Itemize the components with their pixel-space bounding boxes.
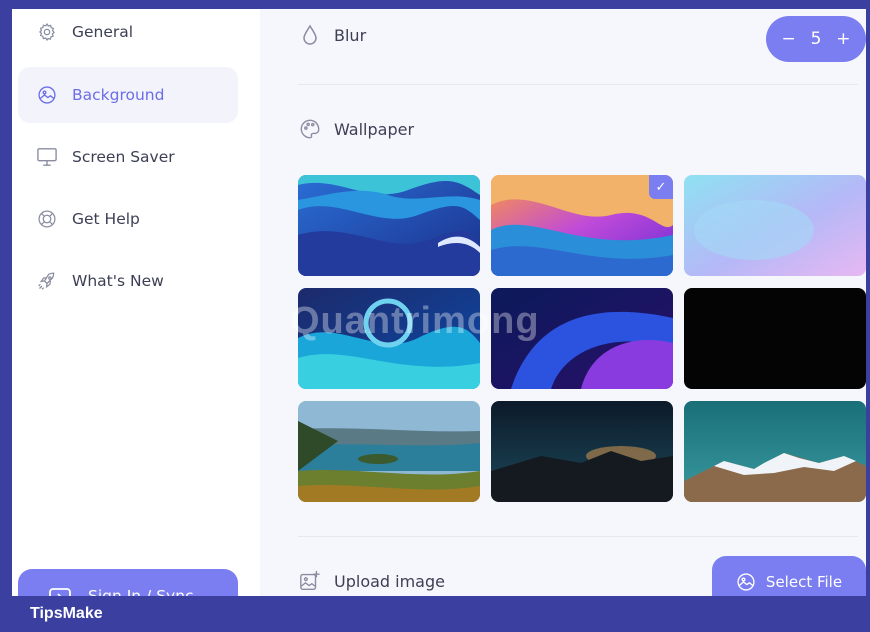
wallpaper-tile[interactable] xyxy=(684,175,866,276)
select-file-label: Select File xyxy=(765,573,843,591)
wallpaper-tile[interactable] xyxy=(684,288,866,389)
window-frame-right xyxy=(866,0,870,632)
wallpaper-tile[interactable] xyxy=(684,401,866,502)
sidebar-item-general[interactable]: General xyxy=(18,4,238,60)
sidebar-item-label: Background xyxy=(72,86,165,104)
wallpaper-tile[interactable] xyxy=(298,288,480,389)
wallpaper-tile[interactable] xyxy=(298,401,480,502)
background-settings-panel: Blur − 5 + Wallpaper ✓ Upload image Sele… xyxy=(260,9,866,596)
pastel-gradient-wallpaper xyxy=(684,175,866,276)
window-frame-left xyxy=(0,0,12,632)
sidebar-item-background[interactable]: Background xyxy=(18,67,238,123)
sidebar-item-label: General xyxy=(72,23,134,41)
sidebar-item-whats-new[interactable]: What's New xyxy=(18,253,238,309)
banner-text: TipsMake xyxy=(30,605,103,622)
monitor-icon xyxy=(36,146,58,168)
image-icon xyxy=(736,572,756,592)
section-divider xyxy=(298,536,858,537)
blur-decrement-button[interactable]: − xyxy=(781,29,795,49)
gear-icon xyxy=(36,21,58,43)
blur-row: Blur xyxy=(298,23,366,47)
wallpaper-tile[interactable] xyxy=(298,175,480,276)
black-wallpaper xyxy=(684,288,866,389)
section-divider xyxy=(298,84,858,85)
purple-orange-waves-wallpaper xyxy=(491,175,673,276)
night-mountain-wallpaper xyxy=(491,401,673,502)
sidebar-item-get-help[interactable]: Get Help xyxy=(18,191,238,247)
image-icon xyxy=(36,84,58,106)
palette-icon xyxy=(298,117,322,141)
blur-value: 5 xyxy=(810,29,822,49)
upload-image-label: Upload image xyxy=(334,571,445,591)
sidebar-item-label: Screen Saver xyxy=(72,148,175,166)
blur-stepper[interactable]: − 5 + xyxy=(766,16,866,62)
cyan-waves-wallpaper xyxy=(298,288,480,389)
blue-waves-wallpaper xyxy=(298,175,480,276)
blur-label: Blur xyxy=(334,25,367,45)
wallpaper-tile[interactable] xyxy=(491,401,673,502)
sidebar-item-screen-saver[interactable]: Screen Saver xyxy=(18,129,238,185)
tipsmake-banner: TipsMake xyxy=(0,596,870,632)
wallpaper-label: Wallpaper xyxy=(334,119,415,139)
upload-row: Upload image xyxy=(298,569,445,593)
select-file-button[interactable]: Select File xyxy=(712,556,866,596)
droplet-icon xyxy=(298,23,322,47)
blur-increment-button[interactable]: + xyxy=(836,29,850,49)
image-add-icon xyxy=(298,569,322,593)
lifebuoy-icon xyxy=(36,208,58,230)
rocket-icon xyxy=(36,270,58,292)
wallpaper-row: Wallpaper xyxy=(298,117,414,141)
lake-forest-wallpaper xyxy=(298,401,480,502)
wallpaper-tile-selected[interactable]: ✓ xyxy=(491,175,673,276)
snowy-mountains-wallpaper xyxy=(684,401,866,502)
sidebar-item-label: Get Help xyxy=(72,210,140,228)
wallpaper-tile[interactable] xyxy=(491,288,673,389)
blue-purple-swirl-wallpaper xyxy=(491,288,673,389)
settings-sidebar: General Background Screen Saver Get Help… xyxy=(12,9,260,629)
sidebar-item-label: What's New xyxy=(72,272,164,290)
selected-check-icon: ✓ xyxy=(649,175,673,199)
